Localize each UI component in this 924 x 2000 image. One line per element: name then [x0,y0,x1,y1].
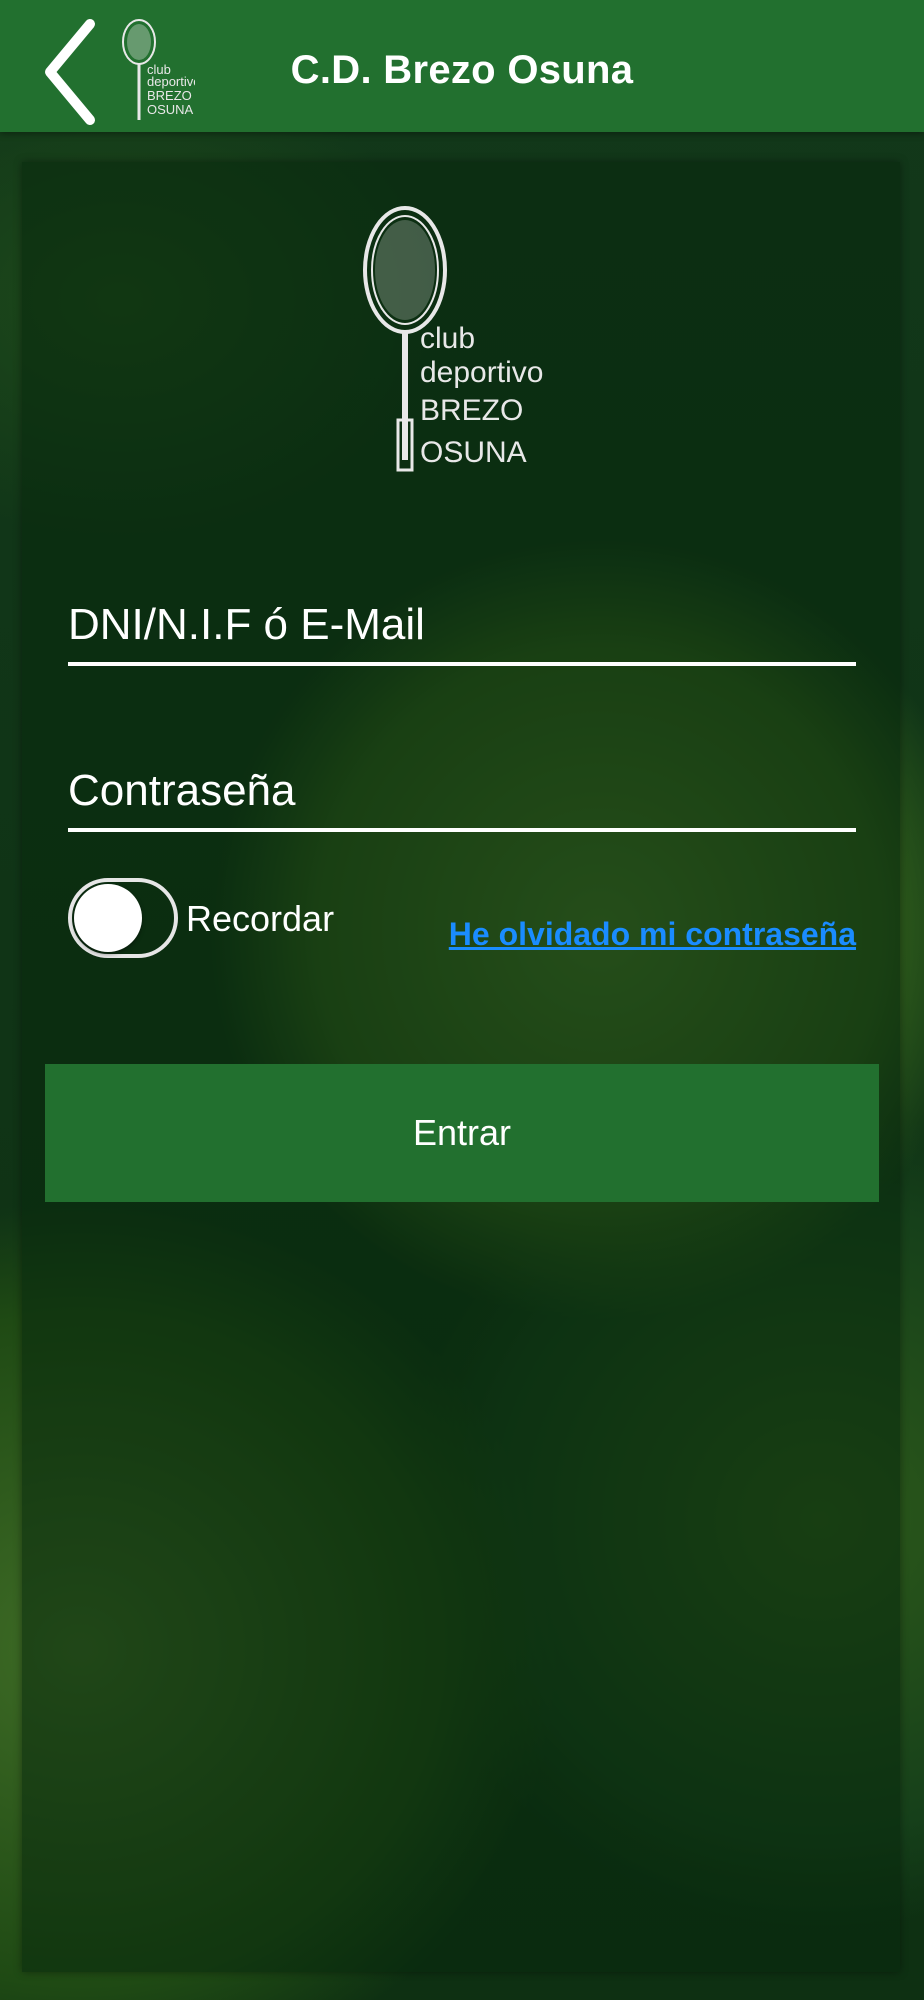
remember-label: Recordar [186,898,335,939]
remember-toggle[interactable] [68,878,178,958]
svg-text:club: club [420,322,475,355]
user-field[interactable] [68,600,856,666]
club-logo: club deportivo BREZO OSUNA [363,206,543,472]
svg-text:OSUNA: OSUNA [147,102,194,117]
navigation-bar: club deportivo BREZO OSUNA C.D. Brezo Os… [0,0,924,132]
password-field[interactable] [68,766,856,832]
toggle-knob [74,884,142,952]
svg-text:OSUNA: OSUNA [420,436,527,469]
svg-text:BREZO: BREZO [420,394,523,427]
svg-text:deportivo: deportivo [420,356,543,389]
forgot-password-link[interactable]: He olvidado mi contraseña [449,916,856,953]
user-input[interactable] [68,600,856,662]
login-button[interactable]: Entrar [45,1064,879,1202]
page-title: C.D. Brezo Osuna [290,48,634,92]
password-input[interactable] [68,766,856,828]
